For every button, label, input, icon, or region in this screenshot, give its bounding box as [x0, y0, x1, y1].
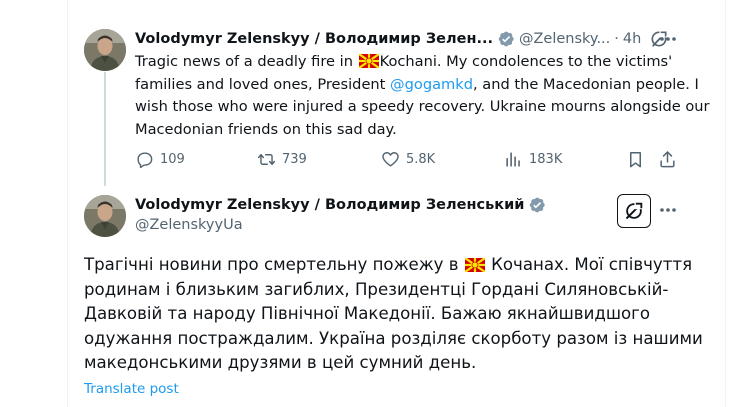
mention-link[interactable]: @gogamkd [390, 76, 473, 93]
like-button[interactable]: 5.8K [381, 148, 435, 170]
avatar[interactable] [84, 195, 126, 237]
author-name[interactable]: Volodymyr Zelenskyy / Володимир Зеленськ… [135, 197, 524, 213]
separator-dot: · [614, 31, 619, 47]
reply-button[interactable]: 109 [135, 148, 185, 170]
author-handle[interactable]: @ZelenskyyUa [135, 217, 243, 233]
quoted-tweet[interactable]: Volodymyr Zelenskyy / Володимир Зелен...… [68, 0, 725, 186]
like-count: 5.8K [406, 151, 436, 167]
more-options-icon[interactable] [658, 29, 678, 49]
avatar-image [84, 29, 126, 71]
author-handle[interactable]: @Zelensky... [519, 31, 610, 47]
tweet-actions: 109 739 5.8K 183K [135, 148, 725, 170]
reply-count: 109 [160, 151, 185, 167]
tweet-header: Volodymyr Zelenskyy / Володимир Зеленськ… [135, 195, 546, 215]
timeline-right-border [725, 0, 726, 407]
repost-icon [257, 153, 276, 165]
north-macedonia-flag-icon [464, 258, 485, 272]
author-name[interactable]: Volodymyr Zelenskyy / Володимир Зелен... [135, 31, 493, 47]
view-count: 183K [529, 151, 563, 167]
repost-count: 739 [282, 151, 307, 167]
share-button[interactable] [658, 148, 677, 170]
verified-badge-icon[interactable] [528, 196, 546, 214]
bookmark-icon [629, 151, 642, 167]
tweet-text: Tragic news of a deadly fire in Kochani.… [135, 51, 725, 141]
views-chart-icon [506, 151, 520, 167]
tweet-header: Volodymyr Zelenskyy / Володимир Зелен...… [135, 29, 669, 49]
main-tweet[interactable]: Volodymyr Zelenskyy / Володимир Зеленськ… [68, 186, 725, 407]
tweet-text-segment: Трагічні новини про смертельну пожежу в [84, 255, 464, 274]
north-macedonia-flag-icon [358, 54, 379, 68]
tweet-text: Трагічні новини про смертельну пожежу в … [84, 253, 704, 376]
grok-button[interactable] [617, 194, 651, 228]
tweet-timestamp[interactable]: 4h [623, 31, 641, 47]
reply-icon [137, 151, 153, 168]
avatar-image [84, 195, 126, 237]
share-icon [660, 150, 675, 167]
tweet-text-segment: Tragic news of a deadly fire in [135, 53, 358, 70]
bookmark-button[interactable] [626, 148, 645, 170]
more-options-icon[interactable] [658, 200, 678, 220]
heart-icon [382, 151, 399, 167]
thread-line [104, 72, 106, 186]
avatar[interactable] [84, 29, 126, 71]
grok-icon [626, 201, 644, 219]
repost-button[interactable]: 739 [257, 148, 307, 170]
views-button[interactable]: 183K [504, 148, 562, 170]
translate-post-link[interactable]: Translate post [84, 381, 179, 397]
verified-badge-icon[interactable] [497, 30, 515, 48]
